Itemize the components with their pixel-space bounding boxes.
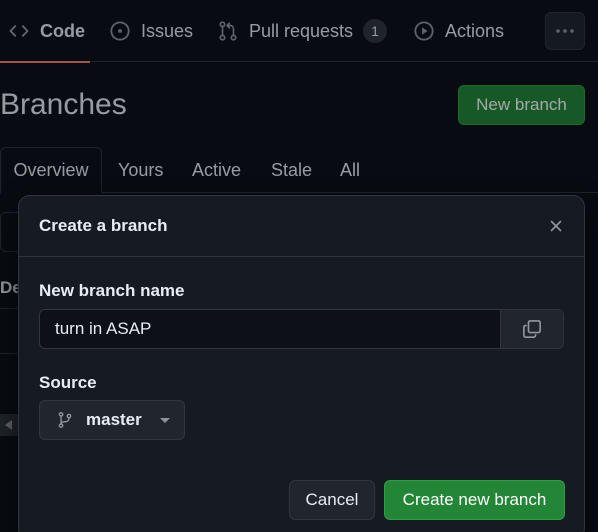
copy-branch-name-button[interactable] [500, 310, 563, 348]
copy-icon [523, 320, 541, 338]
create-new-branch-button[interactable]: Create new branch [384, 480, 565, 520]
branch-name-input[interactable] [40, 310, 500, 348]
chevron-down-icon [159, 417, 170, 423]
create-branch-dialog: Create a branch New branch name Source m… [18, 195, 585, 532]
cancel-button[interactable]: Cancel [289, 480, 375, 520]
git-branch-icon [58, 412, 72, 428]
source-branch-value: master [86, 410, 142, 429]
dialog-header: Create a branch [19, 196, 584, 257]
new-branch-name-label: New branch name [39, 281, 185, 300]
close-dialog-button[interactable] [543, 213, 569, 239]
branches-page: Code Issues Pull requests 1 Actions Bran… [0, 0, 598, 532]
x-icon [550, 220, 562, 232]
branch-name-input-group [39, 309, 564, 349]
source-branch-select[interactable]: master [39, 400, 185, 440]
source-label: Source [39, 373, 97, 392]
dialog-title: Create a branch [39, 216, 168, 235]
